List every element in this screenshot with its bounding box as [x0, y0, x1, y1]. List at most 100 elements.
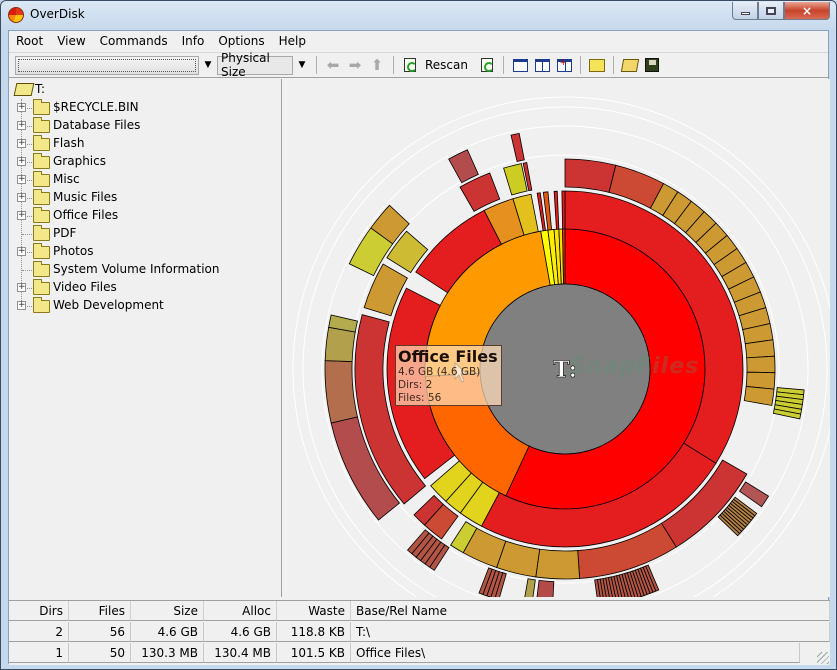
col-files[interactable]: Files	[69, 601, 131, 621]
tree-item-label: PDF	[53, 226, 77, 240]
menu-info[interactable]: Info	[175, 31, 212, 51]
layout-split-button[interactable]	[533, 56, 551, 74]
expand-icon[interactable]: +	[17, 283, 26, 292]
title-bar[interactable]: OverDisk ×	[1, 1, 836, 30]
sunburst-chart[interactable]: T: SnapFiles Office Files 4.6 GB (4.6 GB…	[283, 79, 830, 597]
tree-item[interactable]: + Graphics	[9, 153, 279, 171]
up-button[interactable]: ⬆	[368, 56, 386, 74]
sunburst-segment-l2[interactable]	[553, 190, 560, 230]
menu-bar: Root View Commands Info Options Help	[9, 31, 828, 51]
path-dropdown-button[interactable]: ▼	[199, 56, 217, 75]
sunburst-svg[interactable]: T:	[283, 79, 830, 597]
layout-single-button[interactable]	[511, 56, 529, 74]
expand-icon[interactable]: +	[17, 121, 26, 130]
col-dirs[interactable]: Dirs	[9, 601, 69, 621]
tree-item[interactable]: + Office Files	[9, 207, 279, 225]
sunburst-segment-l4[interactable]	[510, 132, 525, 162]
minimize-button[interactable]	[732, 2, 758, 20]
tree-item-label: Photos	[53, 244, 94, 258]
table-row[interactable]: 2 56 4.6 GB 4.6 GB 118.8 KB T:\	[9, 622, 830, 643]
table-row[interactable]: 1 50 130.3 MB 130.4 MB 101.5 KB Office F…	[9, 643, 830, 664]
col-size[interactable]: Size	[131, 601, 204, 621]
menu-help[interactable]: Help	[272, 31, 313, 51]
tree-root-label: T:	[35, 82, 46, 96]
refresh-documents-icon	[481, 58, 494, 72]
cell-name: T:\	[351, 622, 830, 642]
expand-icon[interactable]: +	[17, 211, 26, 220]
sunburst-segment-l4[interactable]	[536, 579, 555, 597]
folder-icon	[33, 207, 50, 223]
toolbar-separator	[316, 56, 317, 74]
menu-root[interactable]: Root	[9, 31, 50, 51]
folder-tree[interactable]: T: + $RECYCLE.BIN + Database Files + Flash + Gr…	[9, 79, 282, 597]
sunburst-segment-l3[interactable]	[503, 163, 528, 196]
col-name[interactable]: Base/Rel Name	[351, 601, 830, 621]
forward-button[interactable]: ➡	[346, 56, 364, 74]
folder-zoom-button[interactable]	[588, 56, 606, 74]
expand-icon[interactable]: +	[17, 103, 26, 112]
expand-icon[interactable]: +	[17, 157, 26, 166]
sunburst-segment-l4[interactable]	[324, 360, 358, 424]
rescan-all-button[interactable]	[478, 56, 496, 74]
back-button[interactable]: ⬅	[324, 56, 342, 74]
grid-header: Dirs Files Size Alloc Waste Base/Rel Nam…	[9, 601, 830, 622]
close-button[interactable]: ×	[784, 2, 830, 20]
tree-item-label: System Volume Information	[53, 262, 220, 276]
resize-grip[interactable]	[817, 652, 829, 664]
path-input[interactable]	[18, 58, 196, 72]
expand-icon[interactable]: +	[17, 175, 26, 184]
tree-item[interactable]: + Database Files	[9, 117, 279, 135]
details-grid: Dirs Files Size Alloc Waste Base/Rel Nam…	[9, 600, 830, 665]
expand-icon[interactable]: +	[17, 193, 26, 202]
tree-item[interactable]: + $RECYCLE.BIN	[9, 99, 279, 117]
size-mode-dropdown-button[interactable]: ▼	[293, 56, 311, 75]
expand-icon[interactable]: +	[17, 301, 26, 310]
expand-icon[interactable]: +	[17, 247, 26, 256]
sunburst-segment-l4[interactable]	[324, 326, 356, 362]
tree-item[interactable]: + Misc	[9, 171, 279, 189]
tree-item[interactable]: + Music Files	[9, 189, 279, 207]
tree-item[interactable]: PDF	[9, 225, 279, 243]
open-button[interactable]	[620, 56, 640, 74]
layout-split-tree-button[interactable]	[555, 56, 573, 74]
tree-item-label: Database Files	[53, 118, 141, 132]
rescan-icon-button[interactable]	[401, 56, 419, 74]
maximize-button[interactable]	[758, 2, 784, 20]
rescan-button[interactable]: Rescan	[425, 58, 468, 72]
sunburst-segment-l3[interactable]	[746, 355, 776, 374]
tree-item[interactable]: + Web Development	[9, 297, 279, 315]
sunburst-segment-l4[interactable]	[523, 578, 536, 597]
sunburst-segment-l3[interactable]	[564, 158, 617, 193]
tree-item[interactable]: System Volume Information	[9, 261, 279, 279]
cell-size: 130.3 MB	[131, 643, 204, 663]
menu-commands[interactable]: Commands	[93, 31, 175, 51]
window-split-icon	[534, 58, 550, 72]
tree-item[interactable]: + Video Files	[9, 279, 279, 297]
watermark: SnapFiles	[570, 354, 700, 379]
sunburst-segment-l3[interactable]	[743, 386, 775, 406]
tree-item-label: Web Development	[53, 298, 164, 312]
folder-icon	[33, 99, 50, 115]
sunburst-segment-l2[interactable]	[561, 190, 566, 230]
folder-icon	[33, 171, 50, 187]
toolbar-separator	[613, 56, 614, 74]
tree-item[interactable]: + Flash	[9, 135, 279, 153]
sunburst-segment-l4[interactable]	[738, 481, 770, 508]
folder-open-icon	[13, 83, 35, 96]
col-waste[interactable]: Waste	[277, 601, 351, 621]
menu-options[interactable]: Options	[211, 31, 271, 51]
tree-item-label: Misc	[53, 172, 80, 186]
window-split-tree-icon	[556, 58, 572, 72]
path-combo[interactable]	[15, 55, 199, 75]
arrow-right-icon: ➡	[348, 56, 362, 74]
hover-tooltip: Office Files 4.6 GB (4.6 GB) Dirs: 2 Fil…	[395, 345, 502, 406]
tooltip-dirs: Dirs: 2	[398, 379, 433, 391]
save-button[interactable]	[643, 56, 661, 74]
sunburst-segment-l3[interactable]	[535, 548, 581, 580]
menu-view[interactable]: View	[50, 31, 92, 51]
size-mode-select[interactable]: Physical Size	[217, 51, 293, 79]
expand-icon[interactable]: +	[17, 139, 26, 148]
col-alloc[interactable]: Alloc	[204, 601, 277, 621]
tree-item[interactable]: + Photos	[9, 243, 279, 261]
sunburst-segment-l4[interactable]	[448, 149, 479, 184]
